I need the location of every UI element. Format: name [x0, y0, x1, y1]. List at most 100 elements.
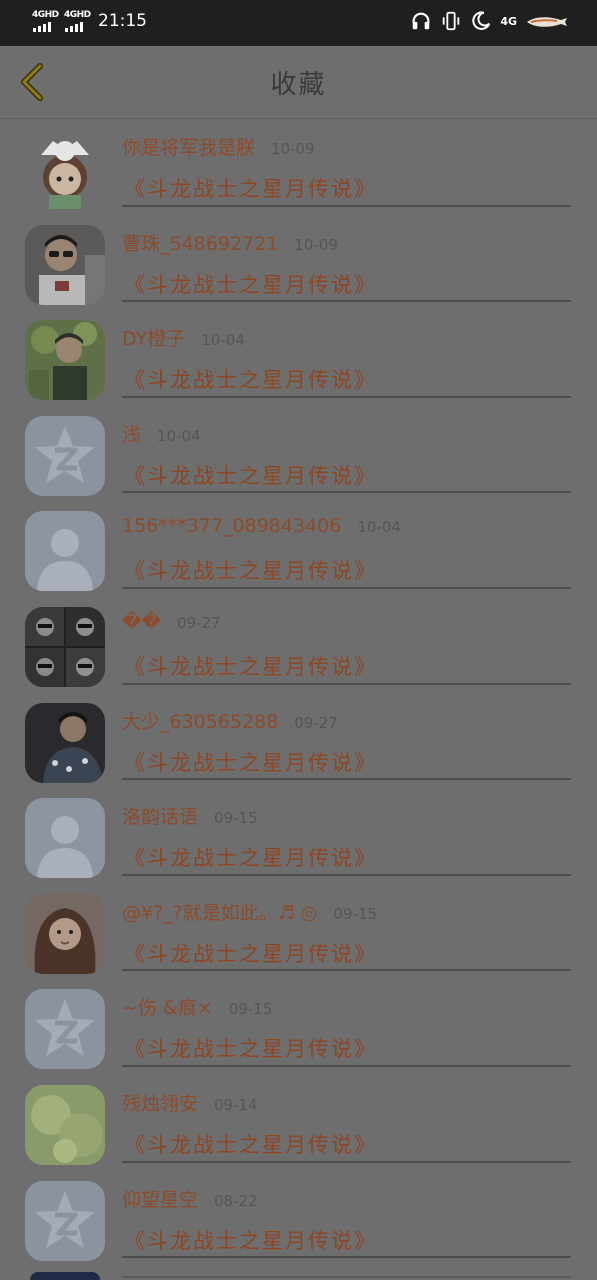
user-name-text: @¥?_?就是如此。♬ ◎ [122, 901, 318, 924]
user-name-text: 残烛翎安 [122, 1092, 199, 1115]
date: 08-22 [214, 1191, 258, 1210]
list-item[interactable]: 残烛翎安 09-14 《斗龙战士之星月传说》 [0, 1075, 597, 1171]
list-item[interactable]: ~伤 &痕× 09-15 《斗龙战士之星月传说》 [0, 979, 597, 1075]
avatar[interactable] [25, 989, 105, 1070]
user-name: 洛韵话语 09-15 [122, 802, 258, 829]
user-name: 残烛翎安 09-14 [122, 1089, 258, 1116]
status-left: 4GHD 4GHD 21:15 [32, 10, 147, 32]
status-right: 4G [410, 10, 569, 32]
story-title[interactable]: 《斗龙战士之星月传说》 [124, 1225, 377, 1255]
user-name-text: 洛韵话语 [122, 806, 199, 829]
story-title[interactable]: 《斗龙战士之星月传说》 [124, 651, 377, 681]
user-name-text: 156***377_089843406 [122, 515, 342, 538]
divider [122, 969, 571, 972]
battery-icon [527, 17, 567, 27]
list-item[interactable]: 你是将军我是朕 10-09 《斗龙战士之星月传说》 [0, 119, 597, 215]
list-item[interactable]: 洛韵话语 09-15 《斗龙战士之星月传说》 [0, 788, 597, 884]
user-name: 浅 10-04 [122, 420, 201, 447]
user-name-text: 你是将军我是朕 [122, 137, 256, 159]
user-name: 仰望星空 08-22 [122, 1185, 258, 1212]
user-name: ~伤 &痕× 09-15 [122, 993, 272, 1020]
avatar[interactable] [25, 224, 105, 305]
story-title[interactable]: 《斗龙战士之星月传说》 [124, 842, 377, 872]
divider [122, 1276, 571, 1278]
divider [122, 204, 571, 207]
user-name: �� 09-27 [122, 611, 221, 633]
date: 09-27 [176, 613, 221, 632]
list-item[interactable]: 156***377_089843406 10-04 《斗龙战士之星月传说》 [0, 501, 597, 597]
signal-strength-icon: 4GHD [64, 10, 91, 32]
date: 09-15 [214, 809, 258, 828]
divider [122, 682, 571, 685]
divider [122, 1256, 571, 1259]
story-title[interactable]: 《斗龙战士之星月传说》 [124, 173, 377, 203]
user-name-text: 大少_630565288 [122, 710, 279, 733]
signal-label: 4GHD [64, 10, 91, 20]
date: 10-04 [357, 518, 401, 537]
date: 09-15 [333, 904, 378, 923]
user-name-text: 曹珠_548692721 [122, 232, 279, 255]
signal-strength-icon: 4GHD [32, 10, 59, 32]
avatar[interactable] [25, 129, 105, 209]
user-name-text: DY橙子 [122, 328, 186, 351]
avatar[interactable] [25, 606, 105, 687]
divider [122, 1160, 571, 1163]
user-name: 你是将军我是朕 10-09 [122, 133, 315, 160]
list-item[interactable]: �� 09-27 《斗龙战士之星月传说》 [0, 597, 597, 693]
story-title[interactable]: 《斗龙战士之星月传说》 [124, 460, 377, 490]
date: 10-04 [201, 331, 245, 350]
story-title[interactable]: 《斗龙战士之星月传说》 [124, 1129, 377, 1159]
avatar[interactable] [25, 702, 105, 783]
next-list-item [0, 1272, 597, 1280]
status-bar: 4GHD 4GHD 21:15 4G [0, 0, 597, 46]
user-name: @¥?_?就是如此。♬ ◎ 09-15 [122, 898, 377, 925]
story-title[interactable]: 《斗龙战士之星月传说》 [124, 364, 377, 394]
user-name-text: 浅 [122, 423, 142, 446]
divider [122, 1064, 571, 1067]
list-item[interactable]: 仰望星空 08-22 《斗龙战士之星月传说》 [0, 1171, 597, 1267]
divider [122, 395, 571, 398]
divider [122, 778, 571, 781]
favorites-list: 你是将军我是朕 10-09 《斗龙战士之星月传说》 曹珠_548692721 10-09… [0, 119, 597, 1266]
story-title[interactable]: 《斗龙战士之星月传说》 [124, 555, 377, 585]
list-item[interactable]: 曹珠_548692721 10-09 《斗龙战士之星月传说》 [0, 215, 597, 311]
avatar[interactable] [25, 1084, 105, 1165]
date: 09-14 [214, 1095, 258, 1114]
page-title: 收藏 [270, 70, 327, 100]
user-name: DY橙子 10-04 [122, 324, 245, 351]
avatar [30, 1272, 100, 1280]
divider [122, 586, 571, 589]
list-item[interactable]: @¥?_?就是如此。♬ ◎ 09-15 《斗龙战士之星月传说》 [0, 884, 597, 980]
network-type: 4G [500, 14, 517, 28]
story-title[interactable]: 《斗龙战士之星月传说》 [124, 1033, 377, 1063]
moon-icon [472, 11, 491, 30]
avatar[interactable] [25, 893, 105, 974]
story-title[interactable]: 《斗龙战士之星月传说》 [124, 747, 377, 777]
user-name-text: �� [122, 610, 161, 633]
divider [122, 491, 571, 494]
date: 09-15 [228, 1000, 273, 1019]
vibrate-icon [443, 11, 460, 31]
story-title[interactable]: 《斗龙战士之星月传说》 [124, 938, 377, 968]
date: 10-04 [157, 426, 201, 445]
avatar[interactable] [25, 798, 105, 879]
headphones-icon [412, 12, 430, 30]
date: 10-09 [294, 235, 338, 254]
story-title[interactable]: 《斗龙战士之星月传说》 [124, 269, 377, 299]
avatar[interactable] [25, 320, 105, 401]
list-item[interactable]: 浅 10-04 《斗龙战士之星月传说》 [0, 406, 597, 502]
user-name: 曹珠_548692721 10-09 [122, 229, 338, 256]
list-item[interactable]: 大少_630565288 09-27 《斗龙战士之星月传说》 [0, 693, 597, 789]
avatar[interactable] [25, 511, 105, 592]
list-item[interactable]: DY橙子 10-04 《斗龙战士之星月传说》 [0, 310, 597, 406]
user-name: 大少_630565288 09-27 [122, 707, 338, 734]
user-name-text: ~伤 &痕× [122, 997, 213, 1020]
divider [122, 300, 571, 303]
user-name-text: 仰望星空 [122, 1188, 199, 1211]
user-name: 156***377_089843406 10-04 [122, 515, 401, 537]
date: 09-27 [294, 713, 338, 732]
avatar[interactable] [25, 1180, 105, 1261]
avatar[interactable] [25, 415, 105, 496]
page-header: 收藏 [0, 46, 597, 119]
clock: 21:15 [98, 11, 147, 31]
